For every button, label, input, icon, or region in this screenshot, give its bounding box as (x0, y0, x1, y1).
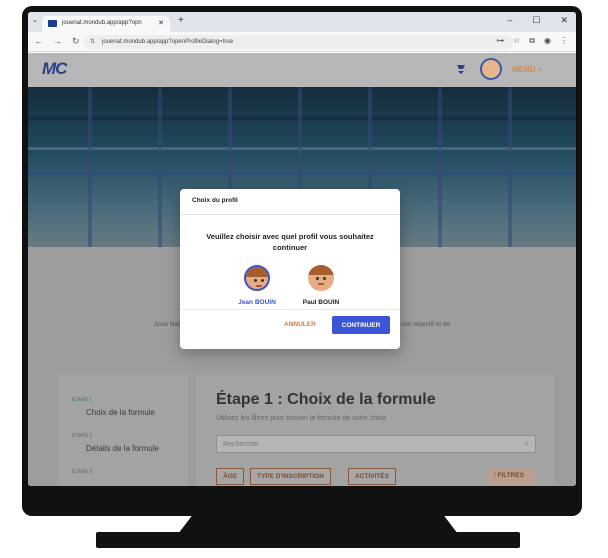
extensions-icon[interactable]: ⧉ (529, 36, 535, 46)
forward-icon[interactable]: → (53, 36, 62, 47)
url-field[interactable]: ⇅ jouenat.mondub.app/app?openProfileDial… (84, 35, 514, 49)
address-bar: ← → ↻ ⇅ jouenat.mondub.app/app?openProfi… (28, 32, 576, 52)
filter-activities-button[interactable]: ACTIVITÉS (348, 468, 396, 485)
site-info-icon[interactable]: ⇅ (90, 38, 95, 45)
back-icon[interactable]: ← (34, 36, 43, 47)
steps-card: ÉTAPE 1 Choix de la formule ÉTAPE 2 Déta… (58, 375, 188, 486)
page-title: Étape 1 : Choix de la formule (216, 391, 436, 408)
monitor-bezel-bottom (28, 486, 576, 510)
step-1-title[interactable]: Choix de la formule (86, 408, 155, 417)
close-tab-icon[interactable]: ✕ (158, 19, 164, 27)
cancel-button[interactable]: ANNULER (284, 321, 316, 328)
profile-avatar (308, 265, 334, 291)
close-window-icon[interactable]: ✕ (560, 15, 568, 26)
dialog-question: Veuillez choisir avec quel profil vous s… (206, 232, 374, 252)
monitor-base (96, 532, 520, 548)
tab-title: jouenat.mondub.app/app?opn (62, 20, 142, 26)
dialog-title: Choix du profil (180, 189, 400, 215)
step-2-label: ÉTAPE 2 (72, 433, 93, 439)
profile-option-jean[interactable]: Jean BOUIN (222, 265, 292, 306)
profile-option-paul[interactable]: Paul BOUIN (286, 265, 356, 306)
reload-icon[interactable]: ↻ (72, 36, 80, 47)
profile-name: Paul BOUIN (302, 299, 340, 306)
formula-card: Étape 1 : Choix de la formule Utilisez l… (196, 375, 554, 486)
browser-screen: ⌄ jouenat.mondub.app/app?opn ✕ + – ☐ ✕ ←… (28, 12, 576, 486)
new-tab-icon[interactable]: + (178, 15, 184, 26)
step-2-title[interactable]: Détails de la formule (86, 444, 159, 453)
site-header: MC MENU ≡ (28, 53, 576, 87)
url-text: jouenat.mondub.app/app?openProfileDialog… (102, 39, 233, 45)
photo-stage: ⌄ jouenat.mondub.app/app?opn ✕ + – ☐ ✕ ←… (0, 0, 608, 558)
filter-type-button[interactable]: TYPE D'INSCRIPTION (250, 468, 331, 485)
site-logo[interactable]: MC (42, 59, 67, 79)
browser-menu-icon[interactable]: ⋮ (560, 36, 568, 46)
maximize-icon[interactable]: ☐ (532, 15, 540, 26)
dialog-divider (180, 309, 400, 310)
search-input[interactable]: Rechercher ⌕ (216, 435, 536, 453)
monitor-stand (178, 512, 458, 534)
key-icon[interactable]: ⊶ (496, 36, 504, 46)
tab-bar: ⌄ jouenat.mondub.app/app?opn ✕ + – ☐ ✕ (28, 12, 576, 32)
profile-avatar (244, 265, 270, 291)
profile-name: Jean BOUIN (238, 299, 276, 306)
step-1-label: ÉTAPE 1 (72, 397, 93, 403)
profile-icon[interactable]: ◉ (544, 36, 551, 46)
bookmark-star-icon[interactable]: ☆ (513, 36, 520, 46)
step-3-label: ÉTAPE 3 (72, 469, 93, 475)
tab-list-icon[interactable]: ⌄ (32, 16, 38, 24)
user-avatar[interactable] (480, 58, 502, 80)
favicon-icon (48, 20, 57, 27)
page-subtitle: Utilisez les filtres pour trouver la for… (216, 415, 387, 422)
minimize-icon[interactable]: – (507, 15, 512, 26)
menu-button[interactable]: MENU ≡ (512, 65, 542, 74)
continue-button[interactable]: CONTINUER (332, 316, 390, 334)
browser-tab[interactable]: jouenat.mondub.app/app?opn ✕ (42, 16, 170, 32)
search-icon[interactable]: ⌕ (525, 439, 529, 449)
profile-dialog: Choix du profil Veuillez choisir avec qu… (180, 189, 400, 349)
filter-age-button[interactable]: ÂGE (216, 468, 245, 485)
filters-button[interactable]: ⫶ FILTRES (488, 468, 536, 485)
cart-icon[interactable] (456, 64, 466, 74)
